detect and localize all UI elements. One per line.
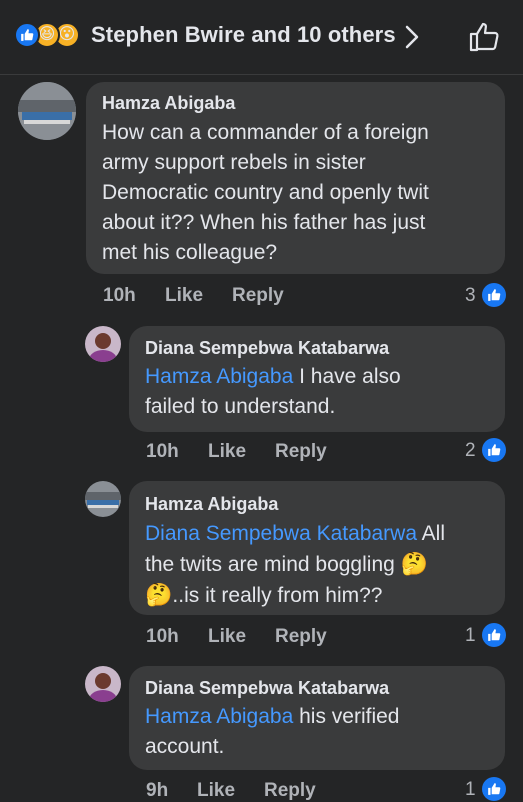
reactions-bar[interactable]: 😆 😮 Stephen Bwire and 10 others — [0, 0, 523, 75]
like-count[interactable]: 2 — [465, 440, 476, 462]
like-badge-icon[interactable] — [482, 623, 506, 647]
comment-author[interactable]: Hamza Abigaba — [102, 93, 235, 114]
comment-line: about it?? When his father has just — [102, 211, 426, 234]
comment-bubble: Hamza Abigaba Diana Sempebwa Katabarwa A… — [129, 481, 505, 615]
reply-button[interactable]: Reply — [264, 780, 316, 802]
comment-author[interactable]: Diana Sempebwa Katabarwa — [145, 678, 389, 699]
comment-line: failed to understand. — [145, 395, 336, 418]
like-outline-icon[interactable] — [468, 22, 500, 57]
comment-line: All — [417, 522, 446, 545]
like-count[interactable]: 1 — [465, 779, 476, 801]
comment-text: Hamza Abigaba I have also failed to unde… — [145, 362, 401, 422]
comment-time: 10h — [146, 441, 179, 462]
thinking-face-icon: 🤔 — [145, 582, 173, 607]
comment-author[interactable]: Diana Sempebwa Katabarwa — [145, 338, 389, 359]
comment-bubble: Hamza Abigaba How can a commander of a f… — [86, 82, 505, 274]
reply-button[interactable]: Reply — [275, 626, 327, 648]
like-badge-icon[interactable] — [482, 283, 506, 307]
mention-link[interactable]: Hamza Abigaba — [145, 705, 293, 728]
like-reaction-icon — [14, 22, 40, 48]
avatar[interactable] — [85, 326, 121, 362]
reply-button[interactable]: Reply — [275, 441, 327, 463]
mention-link[interactable]: Diana Sempebwa Katabarwa — [145, 522, 417, 545]
like-button[interactable]: Like — [208, 626, 246, 648]
like-button[interactable]: Like — [197, 780, 235, 802]
comment-text: Hamza Abigaba his verified account. — [145, 702, 399, 762]
mention-link[interactable]: Hamza Abigaba — [145, 365, 293, 388]
chevron-right-icon[interactable] — [404, 25, 420, 54]
comment-line: ..is it really from him?? — [172, 584, 383, 607]
like-count[interactable]: 3 — [465, 285, 476, 307]
like-badge-icon[interactable] — [482, 777, 506, 801]
comment-line: his verified — [293, 705, 400, 728]
comment-bubble: Diana Sempebwa Katabarwa Hamza Abigaba h… — [129, 666, 505, 770]
avatar[interactable] — [85, 666, 121, 702]
comment-text: Diana Sempebwa Katabarwa All the twits a… — [145, 519, 445, 611]
comment-line: the twits are mind boggling — [145, 553, 401, 576]
comment-line: met his colleague? — [102, 241, 278, 264]
reactors-summary[interactable]: Stephen Bwire and 10 others — [91, 22, 396, 48]
reaction-icons[interactable]: 😆 😮 — [14, 22, 80, 48]
thinking-face-icon: 🤔 — [400, 551, 429, 576]
like-count[interactable]: 1 — [465, 625, 476, 647]
avatar[interactable] — [85, 481, 121, 517]
like-button[interactable]: Like — [165, 285, 203, 307]
reply-button[interactable]: Reply — [232, 285, 284, 307]
comment-text: How can a commander of a foreign army su… — [102, 118, 429, 268]
comment-line: I have also — [293, 365, 401, 388]
comment-time: 10h — [146, 626, 179, 647]
avatar[interactable] — [18, 82, 76, 140]
comment-line: army support rebels in sister — [102, 151, 366, 174]
comment-time: 9h — [146, 780, 169, 801]
comment-time: 10h — [103, 285, 136, 306]
comment-line: account. — [145, 735, 225, 758]
like-badge-icon[interactable] — [482, 438, 506, 462]
like-button[interactable]: Like — [208, 441, 246, 463]
comment-bubble: Diana Sempebwa Katabarwa Hamza Abigaba I… — [129, 326, 505, 432]
comment-line: Democratic country and openly twit — [102, 181, 429, 204]
comment-line: How can a commander of a foreign — [102, 121, 429, 144]
comment-author[interactable]: Hamza Abigaba — [145, 494, 278, 515]
